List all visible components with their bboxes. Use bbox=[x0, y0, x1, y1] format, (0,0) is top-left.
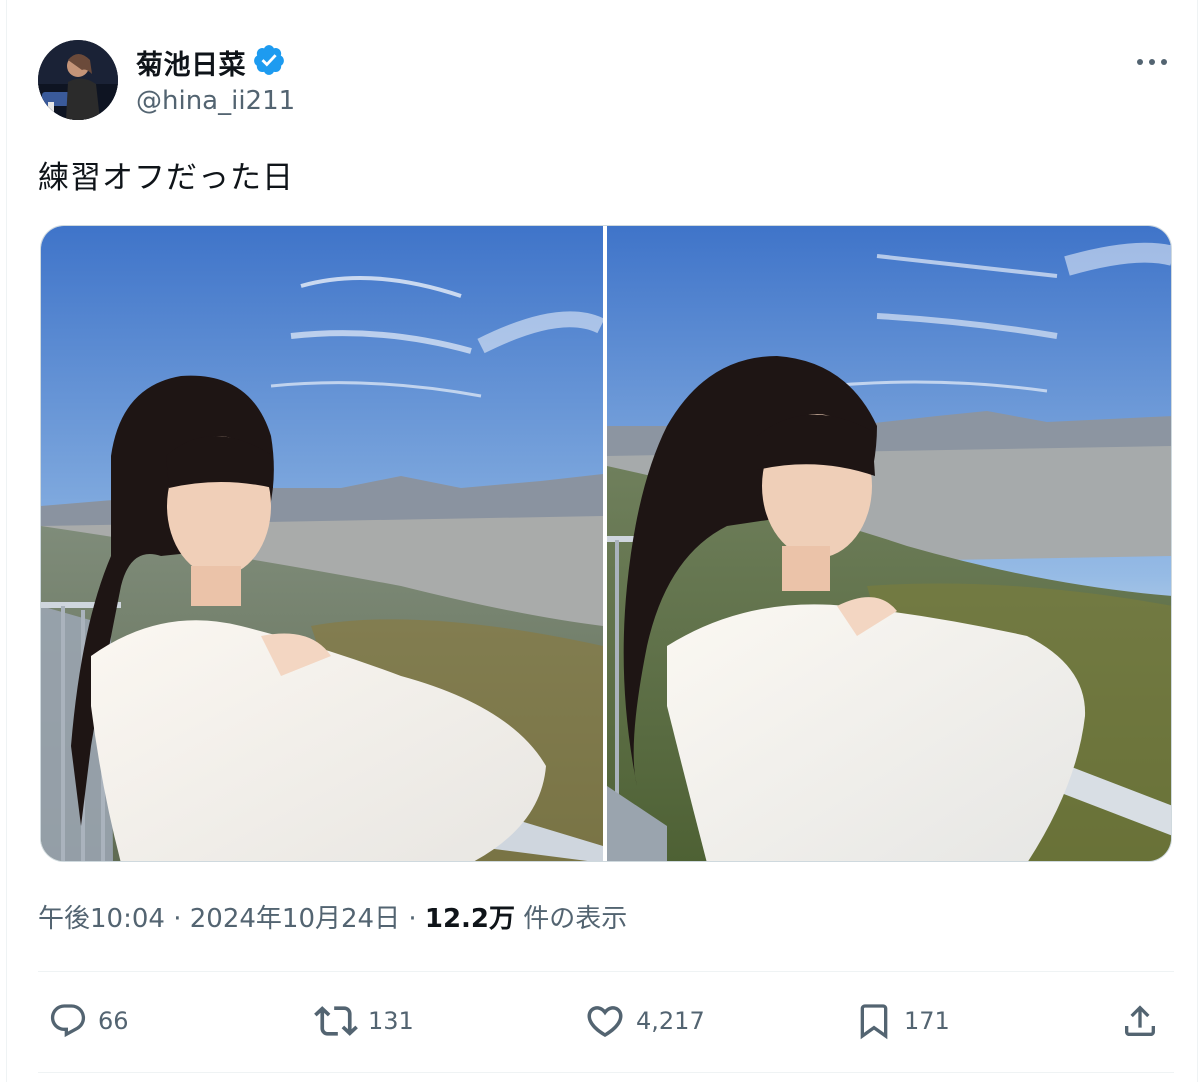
repost-button[interactable]: 131 bbox=[314, 996, 414, 1046]
reply-button[interactable]: 66 bbox=[48, 996, 129, 1046]
tweet-meta: 午後10:04 · 2024年10月24日 · 12.2万 件の表示 bbox=[38, 898, 627, 935]
divider bbox=[38, 1072, 1174, 1073]
more-horizontal-icon bbox=[1136, 51, 1168, 70]
name-row: 菊池日菜 bbox=[136, 43, 286, 82]
repost-icon bbox=[314, 999, 358, 1043]
verified-badge-icon[interactable] bbox=[252, 43, 286, 81]
display-name[interactable]: 菊池日菜 bbox=[136, 43, 246, 82]
reply-icon bbox=[48, 1001, 88, 1041]
reply-count: 66 bbox=[98, 1007, 129, 1035]
handle[interactable]: @hina_ii211 bbox=[136, 86, 295, 116]
tweet-time[interactable]: 午後10:04 bbox=[38, 904, 165, 934]
photo-right[interactable] bbox=[607, 226, 1171, 861]
repost-count: 131 bbox=[368, 1007, 414, 1035]
action-bar: 66 131 4,217 171 bbox=[38, 996, 1174, 1046]
like-count: 4,217 bbox=[636, 1007, 705, 1035]
bookmark-icon bbox=[854, 1001, 894, 1041]
tweet-date[interactable]: 2024年10月24日 bbox=[190, 904, 400, 934]
more-button[interactable] bbox=[1132, 48, 1172, 72]
meta-separator: · bbox=[400, 904, 425, 934]
divider bbox=[38, 971, 1174, 972]
views-label: 件の表示 bbox=[515, 904, 628, 934]
bookmark-count: 171 bbox=[904, 1007, 950, 1035]
media-grid bbox=[40, 225, 1172, 862]
photo-left[interactable] bbox=[41, 226, 603, 861]
tweet-header: 菊池日菜 @hina_ii211 bbox=[38, 40, 1174, 120]
share-icon bbox=[1120, 1001, 1160, 1041]
meta-separator: · bbox=[164, 904, 190, 934]
avatar[interactable] bbox=[38, 40, 118, 120]
tweet-text: 練習オフだった日 bbox=[38, 160, 294, 196]
share-button[interactable] bbox=[1120, 996, 1160, 1046]
views-count: 12.2万 bbox=[424, 904, 516, 934]
like-button[interactable]: 4,217 bbox=[584, 996, 705, 1046]
bookmark-button[interactable]: 171 bbox=[854, 996, 950, 1046]
heart-icon bbox=[584, 1000, 626, 1042]
